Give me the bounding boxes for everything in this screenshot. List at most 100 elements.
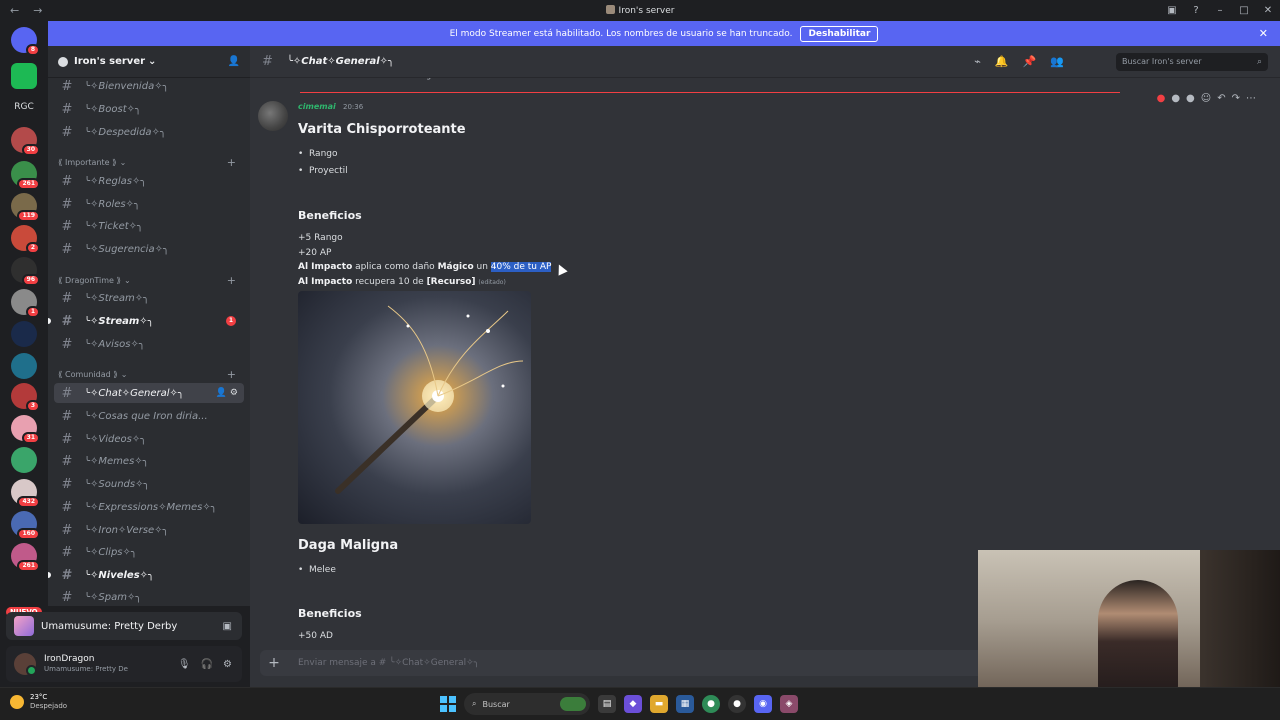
reaction-icon[interactable]: ● xyxy=(1157,93,1166,104)
author-name[interactable]: cimemai xyxy=(298,102,336,111)
search-art-icon xyxy=(560,697,586,711)
hash-icon: # xyxy=(61,544,73,560)
hash-icon: # xyxy=(61,499,73,515)
channel-roles[interactable]: # ╰✧Roles✧╮ xyxy=(54,194,244,214)
settings-gear-icon[interactable]: 👤 ⚙ xyxy=(216,388,238,398)
channel-cosas[interactable]: # ╰✧Cosas que Iron diria... xyxy=(54,406,244,426)
members-icon[interactable]: 👥 xyxy=(1050,55,1064,68)
help-icon[interactable]: ? xyxy=(1184,5,1208,16)
close-icon[interactable]: ✕ xyxy=(1259,27,1268,40)
more-icon[interactable]: ⋯ xyxy=(1246,93,1256,104)
channel-title: ╰✧Chat✧General✧╮ xyxy=(286,56,395,67)
server-icon-10[interactable]: 3 xyxy=(11,383,40,412)
server-icon xyxy=(605,5,615,14)
server-icon-4[interactable]: 119 xyxy=(11,193,40,222)
user-status: Umamusume: Pretty De xyxy=(44,665,128,673)
maximize-button[interactable]: □ xyxy=(1232,5,1256,16)
avatar[interactable] xyxy=(14,653,37,676)
chrome-icon[interactable]: ● xyxy=(702,695,720,713)
file-explorer-icon[interactable]: ▬ xyxy=(650,695,668,713)
channel-sounds[interactable]: # ╰✧Sounds✧╮ xyxy=(54,474,244,494)
hash-icon: # xyxy=(61,173,73,189)
server-header[interactable]: Iron's server ⌄ 👤 xyxy=(48,46,250,78)
server-icon-12[interactable] xyxy=(11,447,37,473)
add-channel-icon[interactable]: + xyxy=(227,156,236,169)
server-icon-6[interactable]: 96 xyxy=(11,257,40,286)
server-icon-11[interactable]: 31 xyxy=(11,415,40,444)
server-icon-7[interactable]: 1 xyxy=(11,289,40,318)
channel-reglas[interactable]: # ╰✧Reglas✧╮ xyxy=(54,171,244,191)
message-actions: ● ● ● ☺ ↶ ↷ ⋯ xyxy=(1152,91,1260,106)
server-icon-5[interactable]: 2 xyxy=(11,225,40,254)
streamer-mode-banner: El modo Streamer está habilitado. Los no… xyxy=(48,21,1280,46)
threads-icon[interactable]: ⌁ xyxy=(974,55,981,68)
headphones-icon[interactable]: 🎧 xyxy=(201,659,213,670)
store-icon[interactable]: ▦ xyxy=(676,695,694,713)
minimize-button[interactable]: – xyxy=(1208,5,1232,16)
inbox-icon[interactable]: ▣ xyxy=(1160,5,1184,16)
user-settings-gear-icon[interactable]: ⚙ xyxy=(223,659,232,670)
category-importante[interactable]: ⟪ Importante ⟫ ⌄ + xyxy=(58,155,244,169)
wand-image[interactable] xyxy=(298,291,531,524)
server-icon-8[interactable] xyxy=(11,321,37,347)
microphone-icon[interactable]: 🎙 xyxy=(178,659,191,670)
channel-iron-verse[interactable]: # ╰✧Iron✧Verse✧╮ xyxy=(54,520,244,540)
add-attachment-icon[interactable]: + xyxy=(260,655,288,671)
channel-videos[interactable]: # ╰✧Videos✧╮ xyxy=(54,429,244,449)
channel-despedida[interactable]: # ╰✧Despedida✧╮ xyxy=(54,122,244,142)
search-input[interactable]: Buscar Iron's server ⌕ xyxy=(1116,52,1268,71)
channel-expressions-memes[interactable]: # ╰✧Expressions✧Memes✧╮ xyxy=(54,497,244,517)
server-icon-2[interactable]: 30 xyxy=(11,127,40,156)
discord-taskbar-icon[interactable]: ◉ xyxy=(754,695,772,713)
add-reaction-icon[interactable]: ☺ xyxy=(1201,93,1211,104)
copilot-icon[interactable]: ◆ xyxy=(624,695,642,713)
channel-ticket[interactable]: # ╰✧Ticket✧╮ xyxy=(54,216,244,236)
game-taskbar-icon[interactable]: ◈ xyxy=(780,695,798,713)
add-member-icon[interactable]: 👤 xyxy=(228,56,240,67)
back-arrow-icon[interactable]: ← xyxy=(10,4,19,17)
channel-sugerencia[interactable]: # ╰✧Sugerencia✧╮ xyxy=(54,239,244,259)
taskbar-search[interactable]: ⌕ Buscar xyxy=(464,693,590,715)
add-channel-icon[interactable]: + xyxy=(227,274,236,287)
server-icon-15[interactable]: 261 xyxy=(11,543,40,572)
server-icon-14[interactable]: 160 xyxy=(11,511,40,540)
add-channel-icon[interactable]: + xyxy=(227,368,236,381)
server-rgc[interactable]: RGC xyxy=(11,94,37,120)
channel-boost[interactable]: # ╰✧Boost✧╮ xyxy=(54,99,244,119)
activity-panel[interactable]: Umamusume: Pretty Derby ▣ xyxy=(6,612,242,640)
author-avatar[interactable] xyxy=(258,101,288,131)
obs-icon[interactable]: ● xyxy=(728,695,746,713)
server-icon-3[interactable]: 261 xyxy=(11,161,40,190)
hash-icon: # xyxy=(61,241,73,257)
channel-chat-general[interactable]: # ╰✧Chat✧General✧╮ 👤 ⚙ xyxy=(54,383,244,403)
channel-bienvenida[interactable]: # ╰✧Bienvenida✧╮ xyxy=(54,76,244,96)
forward-icon[interactable]: ↷ xyxy=(1232,93,1240,104)
forward-arrow-icon[interactable]: → xyxy=(33,4,42,17)
category-comunidad[interactable]: ⟪ Comunidad ⟫ ⌄ + xyxy=(58,367,244,381)
pin-icon[interactable]: 📌 xyxy=(1023,55,1037,68)
channel-stream[interactable]: # ╰✧Stream✧╮ xyxy=(54,288,244,308)
activity-icon[interactable]: ▣ xyxy=(223,621,232,632)
server-icon-13[interactable]: 432 xyxy=(11,479,40,508)
channel-stream-2[interactable]: # ╰✧Stream✧╮ 1 xyxy=(48,311,244,331)
weather-widget[interactable]: 23°C Despejado xyxy=(10,693,67,711)
reaction-icon-2[interactable]: ● xyxy=(1171,93,1180,104)
taskbar: 23°C Despejado ⌕ Buscar ▤ ◆ ▬ ▦ ● ● ◉ ◈ xyxy=(0,687,1280,720)
channel-niveles[interactable]: # ╰✧Niveles✧╮ xyxy=(48,565,244,585)
discord-home-icon[interactable]: 8 xyxy=(11,27,40,56)
hash-icon: # xyxy=(61,589,73,605)
disable-button[interactable]: Deshabilitar xyxy=(800,25,879,42)
channel-memes[interactable]: # ╰✧Memes✧╮ xyxy=(54,451,244,471)
channel-avisos[interactable]: # ╰✧Avisos✧╮ xyxy=(54,334,244,354)
windows-start-icon[interactable] xyxy=(440,696,456,712)
category-dragontime[interactable]: ⟪ DragonTime ⟫ ⌄ + xyxy=(58,273,244,287)
close-window-button[interactable]: ✕ xyxy=(1256,5,1280,16)
reaction-icon-3[interactable]: ● xyxy=(1186,93,1195,104)
server-icon-1[interactable] xyxy=(11,63,37,89)
channel-spam[interactable]: # ╰✧Spam✧╮ xyxy=(54,587,244,606)
channel-clips[interactable]: # ╰✧Clips✧╮ xyxy=(54,542,244,562)
server-icon-9[interactable] xyxy=(11,353,37,379)
reply-icon[interactable]: ↶ xyxy=(1217,93,1225,104)
bell-icon[interactable]: 🔔 xyxy=(995,55,1009,68)
task-view-icon[interactable]: ▤ xyxy=(598,695,616,713)
